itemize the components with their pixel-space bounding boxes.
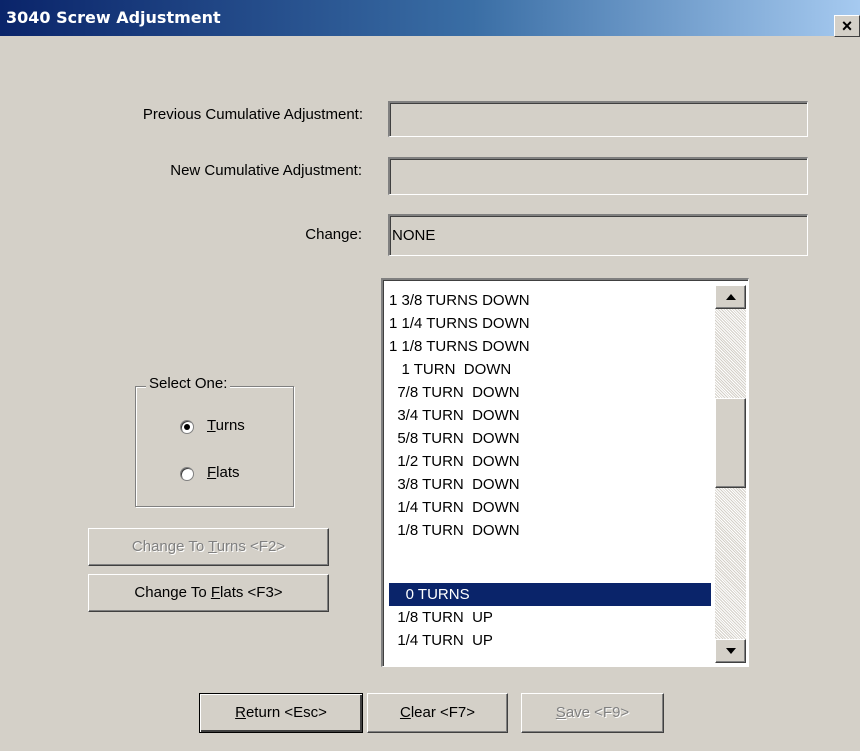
close-button[interactable]: × [834,15,860,37]
radio-selected-dot [184,424,190,430]
change-to-flats-text: Change To [134,584,211,601]
save-button[interactable]: Save <F9> [521,693,664,733]
return-button[interactable]: Return <Esc> [199,693,363,733]
list-item[interactable]: 1/4 TURN DOWN [389,496,711,519]
turns-radio[interactable] [180,420,194,434]
list-item[interactable]: 7/8 TURN DOWN [389,381,711,404]
list-item[interactable]: 1 1/4 TURNS DOWN [389,312,711,335]
clear-shortcut: lear <F7> [410,704,476,721]
flats-radio[interactable] [180,467,194,481]
select-one-legend: Select One: [146,375,231,392]
previous-adjustment-field [388,101,808,137]
scroll-down-button[interactable] [715,639,746,663]
flats-radio-label[interactable]: Flats [207,464,240,481]
change-to-flats-mnemonic: F [210,584,221,601]
change-to-turns-text: Change To [131,538,209,555]
arrow-down-icon [726,648,736,654]
list-item[interactable]: 3/4 TURN DOWN [389,404,711,427]
select-one-group [135,386,294,507]
new-adjustment-label: New Cumulative Adjustment: [170,162,362,179]
save-shortcut: ave <F9> [565,704,630,721]
change-field: NONE [388,214,808,256]
list-item[interactable]: 1/4 TURN UP [389,629,711,652]
list-item[interactable]: 3/8 TURN DOWN [389,473,711,496]
close-icon: × [841,16,853,36]
list-item-selected[interactable]: 0 TURNS [389,583,711,606]
change-to-turns-mnemonic: T [208,538,217,555]
clear-mnemonic: C [399,704,411,721]
previous-adjustment-label: Previous Cumulative Adjustment: [142,106,363,123]
change-to-flats-button[interactable]: Change To Flats <F3> [88,574,329,612]
list-item[interactable]: 1/8 TURN DOWN [389,519,711,542]
flats-mnemonic: F [207,464,217,481]
screw-adjustment-dialog: 3040 Screw Adjustment × Previous Cumulat… [0,0,860,751]
change-to-flats-shortcut: lats <F3> [220,584,283,601]
adjustment-listbox[interactable]: 1 3/8 TURNS DOWN 1 1/4 TURNS DOWN 1 1/8 … [381,278,749,667]
return-mnemonic: R [235,704,246,721]
clear-button[interactable]: Clear <F7> [367,693,508,733]
turns-radio-label[interactable]: Turns [207,417,245,434]
list-item[interactable]: 1 1/8 TURNS DOWN [389,335,711,358]
arrow-up-icon [726,294,736,300]
list-item[interactable]: 1 3/8 TURNS DOWN [389,289,711,312]
change-to-turns-button[interactable]: Change To Turns <F2> [88,528,329,566]
turns-mnemonic: T [207,417,216,434]
list-item[interactable]: 1/8 TURN UP [389,606,711,629]
new-adjustment-field [388,157,808,195]
window-title: 3040 Screw Adjustment [6,8,221,27]
save-mnemonic: S [555,704,566,721]
list-item[interactable]: 5/8 TURN DOWN [389,427,711,450]
flats-label-rest: lats [216,464,240,481]
list-item[interactable]: 1/2 TURN DOWN [389,450,711,473]
return-shortcut: eturn <Esc> [245,704,327,721]
scroll-thumb[interactable] [715,398,746,488]
list-item[interactable]: 1 TURN DOWN [389,358,711,381]
turns-label-rest: urns [215,417,245,434]
change-label: Change: [305,226,362,243]
change-to-turns-shortcut: urns <F2> [216,538,286,555]
title-bar[interactable]: 3040 Screw Adjustment [0,0,860,36]
scroll-up-button[interactable] [715,285,746,309]
